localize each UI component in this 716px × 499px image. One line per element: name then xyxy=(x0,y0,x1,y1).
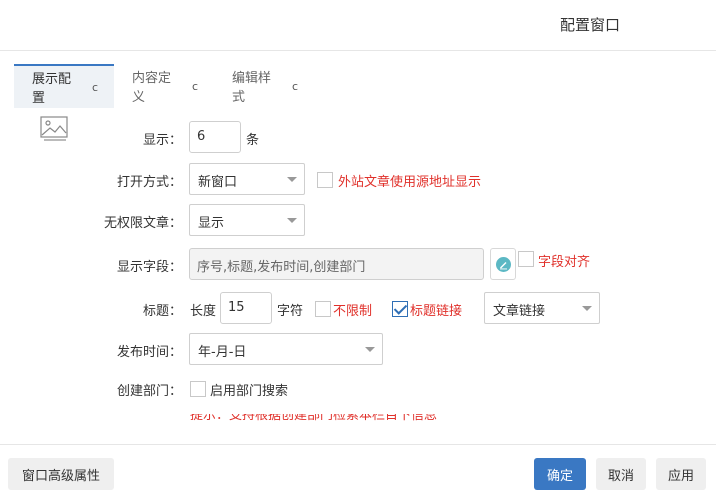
display-count-input[interactable]: 6 xyxy=(189,121,241,153)
tab-bar: 展示配置 c 内容定义 c 编辑样式 c xyxy=(14,64,314,108)
display-fields-input[interactable]: 序号,标题,发布时间,创建部门 xyxy=(189,248,484,280)
chevron-down-icon xyxy=(365,347,375,352)
dialog-title: 配置窗口 xyxy=(559,16,620,34)
title-label: 标题： xyxy=(142,304,182,319)
row-display-count: 显示： 6 条 xyxy=(0,121,716,155)
row-title: 标题： 长度 15 字符 不限制 标题链接 文章链接 xyxy=(0,292,716,326)
title-length-label: 长度 xyxy=(190,304,217,319)
no-permission-select[interactable]: 显示 xyxy=(189,204,305,236)
chevron-down-icon xyxy=(582,306,592,311)
no-permission-label: 无权限文章： xyxy=(103,216,182,231)
link-type-value: 文章链接 xyxy=(493,304,546,319)
hint-text: 提示：支持根据创建部门检索本栏目下信息 xyxy=(190,414,438,422)
publish-time-label: 发布时间： xyxy=(116,345,182,360)
external-source-label: 外站文章使用源地址显示 xyxy=(338,175,482,190)
row-creator-dept: 创建部门： 启用部门搜索 xyxy=(0,372,716,406)
refresh-icon[interactable]: c xyxy=(192,80,198,93)
link-type-select[interactable]: 文章链接 xyxy=(484,292,600,324)
display-fields-label: 显示字段： xyxy=(116,260,182,275)
open-mode-select[interactable]: 新窗口 xyxy=(189,163,305,195)
row-publish-time: 发布时间： 年-月-日 xyxy=(0,333,716,367)
no-permission-value: 显示 xyxy=(198,216,225,231)
publish-time-value: 年-月-日 xyxy=(198,345,247,360)
title-length-input[interactable]: 15 xyxy=(220,292,272,324)
chevron-down-icon xyxy=(287,177,297,182)
tab-label: 展示配置 xyxy=(32,72,72,106)
advanced-properties-button[interactable]: 窗口高级属性 xyxy=(8,458,114,490)
title-divider xyxy=(0,50,716,51)
edit-fields-button[interactable] xyxy=(490,248,516,280)
ok-button[interactable]: 确定 xyxy=(534,458,586,490)
creator-dept-label: 创建部门： xyxy=(116,384,182,399)
apply-button[interactable]: 应用 xyxy=(656,458,706,490)
cancel-button[interactable]: 取消 xyxy=(596,458,646,490)
unlimited-label: 不限制 xyxy=(333,304,373,319)
title-link-label: 标题链接 xyxy=(410,304,463,319)
edit-icon xyxy=(496,257,511,272)
tab-display-config[interactable]: 展示配置 c xyxy=(14,64,114,108)
display-count-label: 显示： xyxy=(142,133,182,148)
refresh-icon[interactable]: c xyxy=(92,81,98,94)
unlimited-checkbox[interactable] xyxy=(315,301,331,317)
row-open-mode: 打开方式： 新窗口 外站文章使用源地址显示 xyxy=(0,163,716,197)
tab-edit-style[interactable]: 编辑样式 c xyxy=(214,64,314,108)
field-align-checkbox[interactable] xyxy=(518,251,534,267)
row-no-permission: 无权限文章： 显示 xyxy=(0,204,716,238)
dept-search-checkbox[interactable] xyxy=(190,381,206,397)
refresh-icon[interactable]: c xyxy=(292,80,298,93)
tab-label: 编辑样式 xyxy=(232,71,272,105)
footer-divider xyxy=(0,444,716,445)
field-align-label: 字段对齐 xyxy=(538,255,591,270)
open-mode-label: 打开方式： xyxy=(116,175,182,190)
open-mode-value: 新窗口 xyxy=(198,175,238,190)
publish-time-select[interactable]: 年-月-日 xyxy=(189,333,383,365)
external-source-checkbox[interactable] xyxy=(317,172,333,188)
tab-label: 内容定义 xyxy=(132,71,172,105)
display-count-unit: 条 xyxy=(246,133,260,148)
row-display-fields: 显示字段： 序号,标题,发布时间,创建部门 字段对齐 xyxy=(0,248,716,282)
tab-content-definition[interactable]: 内容定义 c xyxy=(114,64,214,108)
chevron-down-icon xyxy=(287,218,297,223)
title-link-checkbox[interactable] xyxy=(392,301,408,317)
dept-search-label: 启用部门搜索 xyxy=(210,384,289,399)
title-char-label: 字符 xyxy=(277,304,304,319)
